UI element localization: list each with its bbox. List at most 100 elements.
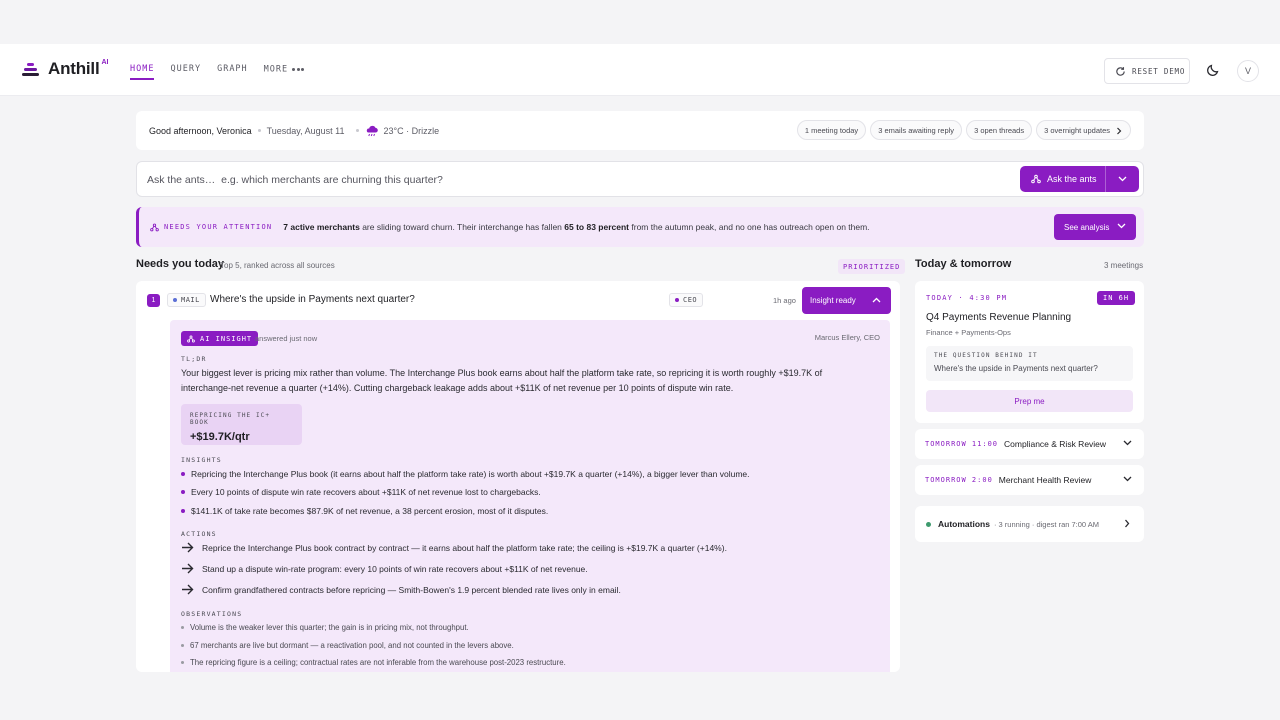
metric-label: REPRICING THE IC+ BOOK [190, 412, 271, 426]
greeting-bar: Good afternoon, Veronica Tuesday, August… [136, 111, 1144, 150]
action-item[interactable]: Stand up a dispute win-rate program: eve… [181, 563, 588, 574]
tldr-text: Your biggest lever is pricing mix rather… [181, 368, 823, 393]
nav-home[interactable]: HOME [130, 64, 155, 80]
meeting-row-time: TOMORROW 2:00 [925, 476, 993, 484]
arrow-right-icon [182, 584, 194, 595]
ask-bar: Ask the ants [136, 161, 1144, 197]
observation-item: 67 merchants are live but dormant — a re… [181, 641, 514, 650]
observations-label: OBSERVATIONS [181, 610, 243, 618]
action-item[interactable]: Reprice the Interchange Plus book contra… [181, 542, 727, 553]
bullet-icon [181, 644, 184, 647]
tldr-label: TL;DR [181, 355, 207, 363]
observation-text: 67 merchants are live but dormant — a re… [190, 641, 514, 650]
ask-button[interactable]: Ask the ants [1020, 166, 1106, 192]
chevron-right-icon [1117, 127, 1122, 135]
nav-graph[interactable]: GRAPH [217, 64, 248, 80]
automations-row[interactable]: Automations · 3 running · digest ran 7:0… [915, 506, 1144, 542]
priority-item-title[interactable]: Where's the upside in Payments next quar… [210, 294, 415, 305]
item-time-ago: 1h ago [773, 296, 796, 305]
insight-item: Every 10 points of dispute win rate reco… [181, 487, 541, 497]
meeting-time: TODAY · 4:30 PM [926, 294, 1008, 302]
see-analysis-label: See analysis [1064, 222, 1110, 232]
role-tag-label: CEO [683, 296, 698, 304]
ask-options-button[interactable] [1106, 176, 1139, 182]
bullet-icon [181, 626, 184, 629]
rank-badge: 1 [147, 294, 160, 307]
action-item-text: Reprice the Interchange Plus book contra… [202, 542, 727, 553]
automations-title: Automations [938, 519, 990, 529]
main-nav: HOME QUERY GRAPH MORE [130, 64, 322, 80]
arrow-right-icon [182, 542, 194, 553]
separator-dot [257, 129, 261, 132]
weather-text: 23°C · Drizzle [383, 125, 440, 136]
attention-label-text: NEEDS YOUR ATTENTION [164, 223, 273, 231]
separator-dot [356, 129, 360, 132]
insight-item-text: $141.1K of take rate becomes $87.9K of n… [191, 506, 549, 516]
insight-ready-button[interactable]: Insight ready [802, 287, 891, 314]
chevron-down-icon [1123, 476, 1132, 482]
user-avatar[interactable]: V [1237, 60, 1259, 82]
nav-query[interactable]: QUERY [170, 64, 201, 80]
insight-item: $141.1K of take rate becomes $87.9K of n… [181, 506, 548, 516]
ai-insight-badge: AI INSIGHT [181, 331, 259, 346]
bullet-icon [181, 472, 185, 476]
chip-overnight-label: 3 overnight updates [1044, 125, 1110, 135]
reset-demo-button[interactable]: RESET DEMO [1104, 58, 1190, 84]
status-dot-icon [926, 521, 931, 527]
needs-today-title: Needs you today [136, 258, 225, 270]
app-name: Anthill [48, 59, 100, 78]
ants-icon [1031, 174, 1041, 184]
meeting-row-title: Compliance & Risk Review [1004, 439, 1107, 449]
insight-item: Repricing the Interchange Plus book (it … [181, 469, 750, 479]
source-tag: MAIL [167, 293, 206, 307]
see-analysis-button[interactable]: See analysis [1054, 214, 1136, 240]
actions-label: ACTIONS [181, 530, 217, 538]
arrow-right-icon [182, 563, 194, 574]
action-item[interactable]: Confirm grandfathered contracts before r… [181, 584, 621, 595]
answered-time: answered just now [255, 334, 318, 343]
top-nav-bar: Anthill AI HOME QUERY GRAPH MORE RESET D… [0, 44, 1280, 96]
app-logo[interactable]: Anthill AI [22, 59, 108, 79]
greeting-date: Tuesday, August 11 [266, 125, 345, 136]
chip-meetings[interactable]: 1 meeting today [796, 120, 867, 140]
weather: 23°C · Drizzle [365, 124, 439, 138]
attention-label: NEEDS YOUR ATTENTION [150, 223, 272, 232]
chip-overnight[interactable]: 3 overnight updates [1036, 120, 1131, 140]
next-meeting-card: TODAY · 4:30 PM IN 6H Q4 Payments Revenu… [915, 281, 1144, 423]
chevron-down-icon [1117, 223, 1126, 229]
action-item-text: Stand up a dispute win-rate program: eve… [202, 563, 588, 574]
observation-item: The repricing figure is a ceiling; contr… [181, 658, 566, 667]
greeting-text: Good afternoon, Veronica [149, 125, 252, 136]
insight-author: Marcus Ellery, CEO [814, 333, 880, 342]
ask-input[interactable] [147, 170, 1007, 190]
more-dots-icon [292, 64, 306, 74]
nav-more[interactable]: MORE [264, 64, 306, 80]
ants-icon [150, 223, 159, 231]
bullet-icon [181, 509, 185, 513]
meeting-question-box: THE QUESTION BEHIND IT Where's the upsid… [926, 346, 1133, 381]
dark-mode-toggle-icon[interactable] [1206, 63, 1220, 77]
insight-item-text: Every 10 points of dispute win rate reco… [191, 487, 541, 497]
reset-demo-label: RESET DEMO [1132, 66, 1186, 76]
attention-text-2: from the autumn peak, and no one has out… [629, 222, 870, 232]
chevron-down-icon [1123, 440, 1132, 446]
summary-chips: 1 meeting today 3 emails awaiting reply … [793, 120, 1131, 140]
needs-today-subtitle: Top 5, ranked across all sources [220, 261, 335, 270]
ai-insight-badge-label: AI INSIGHT [200, 334, 253, 343]
meeting-title[interactable]: Q4 Payments Revenue Planning [926, 312, 1071, 323]
metric-value: +$19.7K/qtr [190, 431, 250, 443]
meeting-row[interactable]: TOMORROW 11:00 Compliance & Risk Review [915, 429, 1144, 459]
prioritized-badge: PRIORITIZED [838, 259, 906, 274]
attention-banner: NEEDS YOUR ATTENTION 7 active merchants … [136, 207, 1144, 247]
insight-item-text: Repricing the Interchange Plus book (it … [191, 469, 750, 479]
chip-threads[interactable]: 3 open threads [966, 120, 1033, 140]
meeting-row[interactable]: TOMORROW 2:00 Merchant Health Review [915, 465, 1144, 495]
rain-cloud-icon [367, 125, 379, 136]
meeting-row-time: TOMORROW 11:00 [925, 440, 999, 448]
chip-emails[interactable]: 3 emails awaiting reply [870, 120, 963, 140]
insights-label: INSIGHTS [181, 456, 222, 464]
ai-insight-panel: AI INSIGHT answered just now Marcus Elle… [170, 320, 890, 672]
prep-me-button[interactable]: Prep me [926, 390, 1133, 412]
question-text: Where's the upside in Payments next quar… [934, 364, 1098, 373]
ask-button-label: Ask the ants [1047, 174, 1097, 184]
